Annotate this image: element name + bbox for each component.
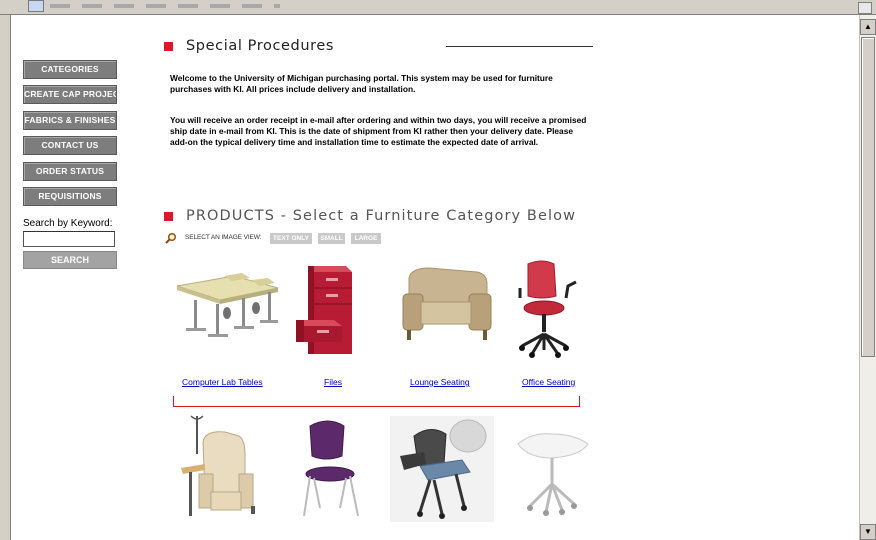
search-input[interactable] [23, 231, 115, 247]
page-icon [28, 0, 44, 12]
sidebar: CATEGORIES CREATE CAP PROJECT FABRICS & … [23, 60, 119, 212]
image-view-label: SELECT AN IMAGE VIEW: [185, 234, 262, 241]
order-info-paragraph: You will receive an order receipt in e-m… [170, 115, 587, 147]
training-seating-image[interactable] [390, 416, 494, 522]
section-bullet-icon [164, 42, 173, 51]
left-frame-edge [0, 15, 11, 540]
sidebar-item-contact-us[interactable]: CONTACT US [23, 136, 117, 156]
sidebar-item-fabrics-finishes[interactable]: FABRICS & FINISHES [23, 110, 117, 130]
scroll-down-icon[interactable]: ▼ [860, 524, 876, 540]
window-control-icon[interactable] [858, 2, 872, 14]
view-large-button[interactable]: LARGE [351, 233, 381, 244]
stack-chair-image[interactable] [292, 416, 366, 520]
table-image[interactable] [512, 430, 592, 516]
vertical-scrollbar[interactable]: ▲ ▼ [859, 15, 876, 540]
product-link-lounge-seating[interactable]: Lounge Seating [410, 377, 470, 387]
window-toolbar [0, 0, 876, 15]
computer-lab-tables-image[interactable] [172, 268, 282, 340]
lounge-seating-image[interactable] [399, 264, 495, 344]
search-button[interactable]: SEARCH [23, 251, 117, 269]
view-text-only-button[interactable]: TEXT ONLY [270, 233, 312, 244]
products-heading: PRODUCTS - Select a Furniture Category B… [186, 208, 577, 224]
magnifier-icon [165, 233, 176, 244]
page-title: Special Procedures [186, 38, 335, 54]
sidebar-item-categories[interactable]: CATEGORIES [23, 60, 117, 79]
product-link-files[interactable]: Files [324, 377, 342, 387]
office-seating-image[interactable] [514, 258, 584, 358]
scroll-up-icon[interactable]: ▲ [860, 19, 876, 35]
sidebar-item-create-cap-project[interactable]: CREATE CAP PROJECT [23, 85, 117, 105]
patient-recliner-image[interactable] [175, 414, 261, 530]
welcome-paragraph: Welcome to the University of Michigan pu… [170, 73, 553, 94]
scrollbar-thumb[interactable] [861, 37, 875, 357]
view-small-button[interactable]: SMALL [318, 233, 345, 244]
product-link-office-seating[interactable]: Office Seating [522, 377, 575, 387]
product-divider-right [579, 396, 580, 407]
search-label: Search by Keyword: [23, 218, 113, 229]
sidebar-item-requisitions[interactable]: REQUISITIONS [23, 186, 117, 206]
product-divider [173, 406, 580, 407]
section-bullet-icon [164, 212, 173, 221]
files-cabinet-image[interactable] [294, 264, 358, 356]
address-strip [50, 4, 280, 8]
sidebar-item-order-status[interactable]: ORDER STATUS [23, 161, 117, 181]
title-rule [446, 46, 593, 47]
product-link-computer-lab-tables[interactable]: Computer Lab Tables [182, 377, 263, 387]
